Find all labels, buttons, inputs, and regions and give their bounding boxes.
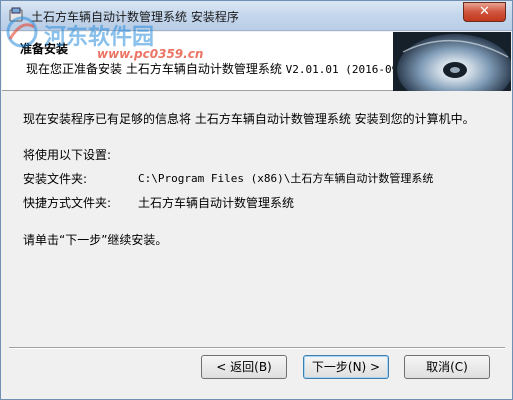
- watermark-url: www.pc0359.cn: [97, 47, 204, 61]
- cd-disc-image: [393, 32, 511, 91]
- footer-divider: [9, 347, 505, 349]
- back-button[interactable]: < 返回(B): [201, 355, 287, 379]
- close-icon: ✕: [479, 4, 490, 19]
- settings-heading: 将使用以下设置:: [23, 148, 112, 162]
- instruction-text: 请单击“下一步”继续安装。: [23, 233, 168, 247]
- shortcut-folder-label: 快捷方式文件夹:: [23, 196, 112, 210]
- installer-window: 土石方车辆自动计数管理系统 安装程序 ✕ 准备安装 现在您正准备安装 土石方车辆…: [0, 0, 513, 400]
- intro-text: 现在安装程序已有足够的信息将 土石方车辆自动计数管理系统 安装到您的计算机中。: [23, 112, 475, 126]
- subtitle-text: 现在您正准备安装 土石方车辆自动计数管理系统: [26, 62, 286, 76]
- install-folder-label: 安装文件夹:: [23, 172, 88, 186]
- page-subtitle: 现在您正准备安装 土石方车辆自动计数管理系统 V2.01.01 (2016-09…: [26, 60, 425, 77]
- shortcut-folder-value: 土石方车辆自动计数管理系统: [138, 196, 295, 210]
- watermark-logo: [6, 16, 38, 48]
- main-content: 现在安装程序已有足够的信息将 土石方车辆自动计数管理系统 安装到您的计算机中。 …: [2, 92, 511, 345]
- install-folder-value: C:\Program Files (x86)\土石方车辆自动计数管理系统: [138, 172, 434, 185]
- close-button[interactable]: ✕: [463, 2, 506, 22]
- next-button[interactable]: 下一步(N) >: [303, 355, 389, 379]
- cancel-button[interactable]: 取消(C): [404, 355, 490, 379]
